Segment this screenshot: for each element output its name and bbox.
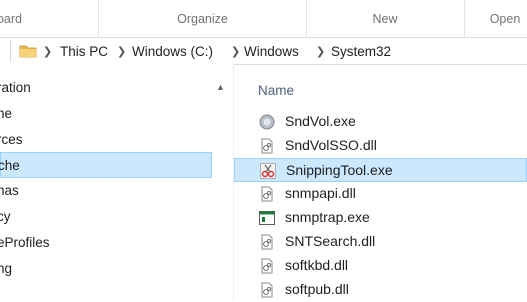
ribbon-group-organize[interactable]: Organize (99, 0, 307, 37)
dll-file-icon (261, 138, 273, 154)
ribbon-group-label: Open (489, 12, 521, 26)
chevron-right-icon[interactable]: ❯ (117, 45, 126, 58)
nav-item-label: cy (0, 209, 11, 224)
breadcrumb-windows-c[interactable]: Windows (C:) (132, 44, 213, 59)
nav-item[interactable]: he (0, 101, 212, 127)
folder-icon (19, 45, 37, 58)
ribbon-group-label: New (372, 12, 398, 26)
file-row[interactable]: softkbd.dll (234, 254, 527, 278)
nav-item-label: ng (0, 261, 13, 276)
ribbon-group-clipboard[interactable]: board (0, 0, 99, 37)
file-name: SnippingTool.exe (286, 162, 393, 178)
file-name: snmptrap.exe (285, 209, 370, 225)
chevron-right-icon[interactable]: ❯ (43, 45, 52, 58)
ribbon-group-new[interactable]: New (306, 0, 465, 37)
file-row[interactable]: snmptrap.exe (234, 206, 527, 230)
breadcrumb-this-pc[interactable]: This PC (60, 44, 108, 59)
ribbon: board Organize New Open (0, 0, 527, 37)
column-header-name[interactable]: Name (258, 83, 294, 98)
dll-file-icon (261, 234, 273, 250)
dll-file-icon (261, 282, 273, 298)
file-row[interactable]: snmpapi.dll (234, 182, 527, 206)
chevron-right-icon[interactable]: ❯ (231, 45, 240, 58)
nav-item[interactable]: ration (0, 75, 212, 101)
file-name: SNTSearch.dll (285, 233, 376, 249)
ribbon-group-label: Organize (177, 12, 228, 26)
file-row[interactable]: SndVolSSO.dll (234, 134, 527, 158)
navigation-pane: ration he rces che nas cy eProfiles ng ▲ (0, 64, 233, 300)
file-row[interactable]: softpub.dll (234, 278, 527, 302)
scissors-app-icon (260, 163, 276, 179)
nav-item-label: nas (0, 183, 19, 198)
file-list: Name SndVol.exe SndVolSSO.dll SnippingTo… (234, 64, 527, 300)
nav-item-selected[interactable]: che (0, 152, 212, 178)
nav-item[interactable]: eProfiles (0, 230, 212, 256)
chevron-right-icon[interactable]: ❯ (316, 45, 325, 58)
nav-item[interactable]: cy (0, 204, 212, 230)
nav-item-label: eProfiles (0, 235, 50, 250)
nav-item-label: ration (0, 80, 31, 95)
file-name: softpub.dll (285, 281, 349, 297)
breadcrumb-windows[interactable]: Windows (244, 44, 299, 59)
dll-file-icon (261, 258, 273, 274)
file-row-selected[interactable]: SnippingTool.exe (234, 158, 527, 182)
dll-file-icon (261, 186, 273, 202)
nav-item-label: che (0, 158, 20, 173)
ribbon-group-open[interactable]: Open (465, 0, 527, 37)
nav-item[interactable]: nas (0, 178, 212, 204)
volume-app-icon (259, 114, 275, 130)
nav-item[interactable]: ng (0, 256, 212, 282)
file-name: SndVol.exe (285, 113, 356, 129)
ribbon-group-label: board (0, 12, 22, 26)
file-name: snmpapi.dll (285, 185, 356, 201)
breadcrumb[interactable]: ❯ This PC ❯ Windows (C:) ❯ Windows ❯ Sys… (10, 40, 527, 62)
address-bar[interactable]: ❯ This PC ❯ Windows (C:) ❯ Windows ❯ Sys… (0, 37, 527, 65)
console-app-icon (259, 211, 275, 225)
nav-item[interactable]: rces (0, 127, 212, 153)
nav-item-label: he (0, 106, 13, 121)
breadcrumb-system32[interactable]: System32 (331, 44, 391, 59)
scroll-up-arrow-icon[interactable]: ▲ (216, 82, 225, 92)
file-name: SndVolSSO.dll (285, 137, 377, 153)
file-row[interactable]: SNTSearch.dll (234, 230, 527, 254)
file-row[interactable]: SndVol.exe (234, 110, 527, 134)
nav-item-label: rces (0, 132, 23, 147)
file-name: softkbd.dll (285, 257, 349, 273)
